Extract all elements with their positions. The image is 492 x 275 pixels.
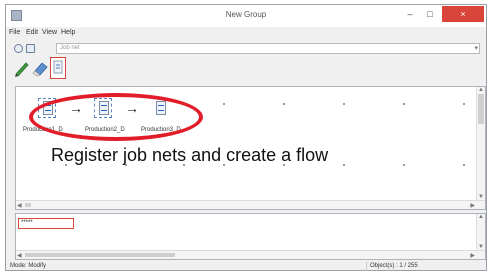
lower-panel: ***** ▲ ▼ ◀ ▶ [15, 213, 486, 260]
lower-panel-value: ***** [21, 220, 33, 226]
eraser-icon[interactable] [32, 59, 48, 77]
status-bar: Mode: Modify Object(s) : 1 / 255 [6, 261, 486, 272]
grid-dot [463, 103, 465, 105]
address-value: Job net [60, 45, 80, 51]
grid-dot [343, 103, 345, 105]
menu-help[interactable]: Help [61, 29, 75, 36]
lower-panel-field[interactable]: ***** [18, 218, 74, 229]
grid-dot [403, 164, 405, 166]
minimize-button[interactable]: – [400, 6, 420, 22]
annotation-caption: Register job nets and create a flow [51, 145, 329, 165]
navigation-icon[interactable] [14, 44, 23, 53]
scroll-right-arrow[interactable]: ▶ [470, 202, 475, 209]
highlight-oval [29, 93, 203, 141]
grid-dot [403, 103, 405, 105]
title-bar: New Group – □ × [6, 5, 486, 27]
canvas-vscroll-thumb[interactable] [478, 94, 484, 124]
grid-dot [223, 103, 225, 105]
scroll-up-arrow[interactable]: ▲ [478, 214, 484, 220]
scroll-left-arrow[interactable]: ◀ [17, 202, 22, 209]
menu-view[interactable]: View [42, 29, 57, 36]
canvas-vertical-scrollbar[interactable]: ▲ ▼ [476, 87, 485, 209]
status-object-count: Object(s) : 1 / 255 [370, 263, 418, 269]
address-icons [14, 43, 54, 55]
main-window: New Group – □ × File Edit View Help Job … [5, 4, 487, 271]
scroll-right-arrow[interactable]: ▶ [470, 252, 475, 259]
chevron-down-icon[interactable]: ▾ [474, 44, 478, 53]
close-button[interactable]: × [442, 6, 484, 22]
menu-file[interactable]: File [9, 29, 20, 36]
jobnet-icon[interactable] [50, 57, 66, 79]
canvas-horizontal-scrollbar[interactable]: ◀ ▶ [16, 200, 485, 209]
grid-dot [343, 164, 345, 166]
grid-dot [65, 164, 67, 166]
grid-dot [463, 164, 465, 166]
scroll-up-arrow[interactable]: ▲ [478, 87, 484, 93]
menu-edit[interactable]: Edit [26, 29, 38, 36]
scroll-left-arrow[interactable]: ◀ [17, 252, 22, 259]
menu-bar: File Edit View Help [6, 27, 486, 41]
grid-dot [283, 164, 285, 166]
maximize-button[interactable]: □ [420, 6, 440, 22]
folder-icon[interactable] [26, 44, 35, 53]
status-separator [366, 262, 367, 271]
lower-horizontal-scrollbar[interactable]: ◀ ▶ [16, 250, 485, 259]
canvas-hscroll-thumb[interactable] [25, 203, 31, 207]
grid-dot [223, 164, 225, 166]
toolbar [14, 57, 114, 83]
address-field[interactable]: Job net ▾ [56, 43, 480, 54]
grid-dot [283, 103, 285, 105]
grid-dot [125, 164, 127, 166]
lower-hscroll-thumb[interactable] [25, 253, 175, 257]
address-row: Job net ▾ [14, 43, 480, 55]
status-mode: Mode: Modify [10, 263, 47, 269]
pencil-icon[interactable] [14, 59, 30, 77]
grid-dot [183, 164, 185, 166]
